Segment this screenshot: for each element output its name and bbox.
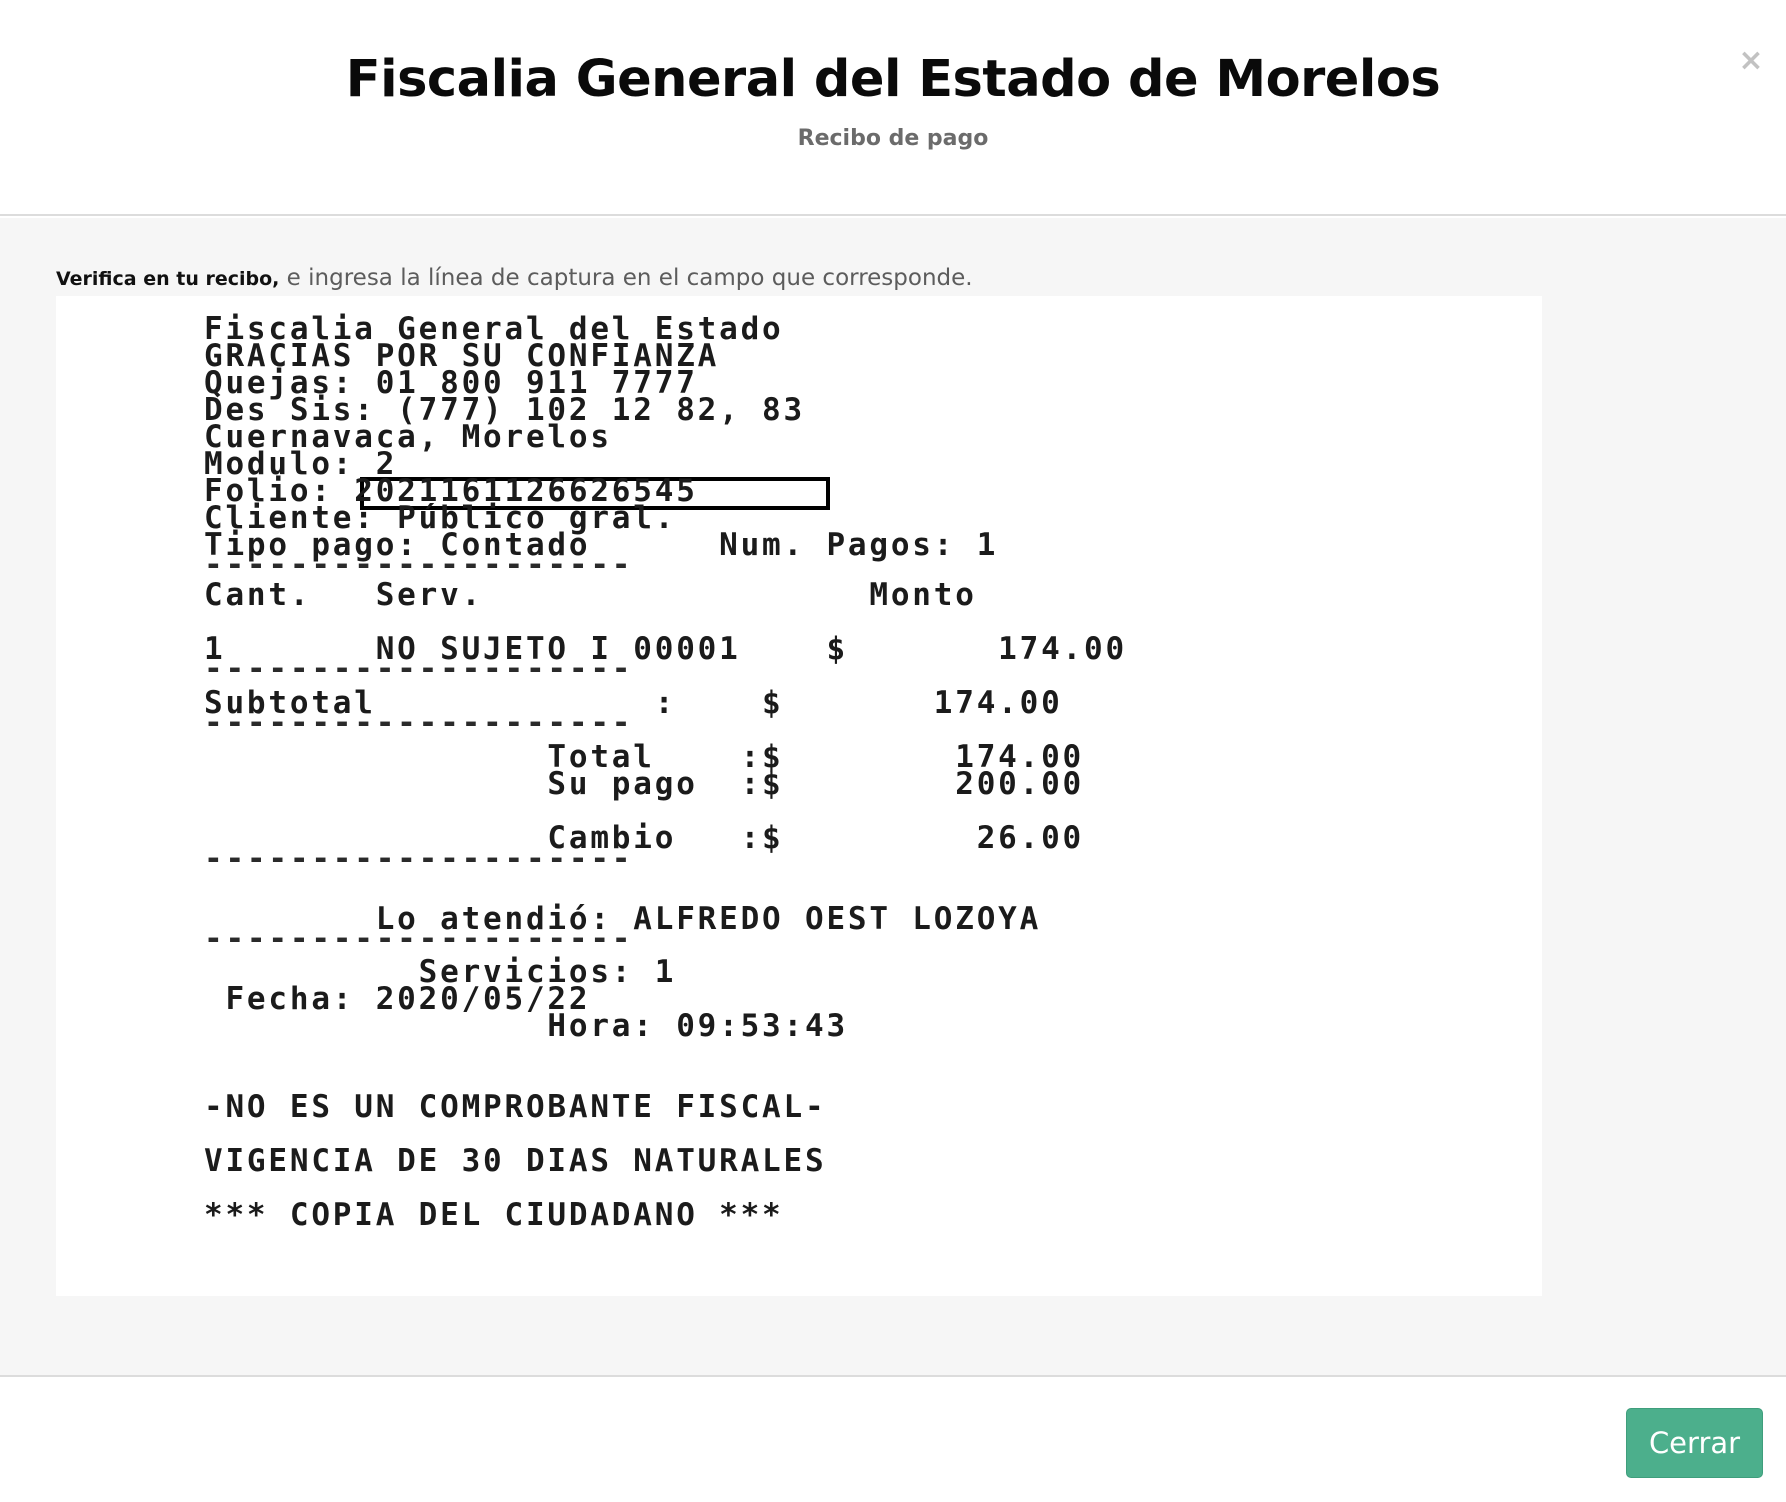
receipt-divider: -------------------- xyxy=(204,841,634,877)
close-icon[interactable]: × xyxy=(1736,44,1766,78)
instruction-bold: Verifica en tu recibo, xyxy=(56,268,280,290)
receipt-line: Hora: 09:53:43 xyxy=(204,1008,848,1044)
modal-footer: Cerrar xyxy=(0,1379,1786,1502)
receipt-divider: -------------------- xyxy=(204,547,634,583)
modal-body: Verifica en tu recibo, e ingresa la líne… xyxy=(0,218,1786,1377)
modal-title: Fiscalia General del Estado de Morelos xyxy=(345,50,1441,109)
receipt-divider: -------------------- xyxy=(204,651,634,687)
close-button[interactable]: Cerrar xyxy=(1626,1408,1763,1478)
receipt-line: *** COPIA DEL CIUDADANO *** xyxy=(204,1197,784,1233)
receipt-divider: -------------------- xyxy=(204,921,634,957)
receipt-divider: -------------------- xyxy=(204,705,634,741)
receipt-line: -NO ES UN COMPROBANTE FISCAL- xyxy=(204,1089,827,1125)
receipt-line: Su pago :$ 200.00 xyxy=(204,766,1085,802)
modal-subtitle: Recibo de pago xyxy=(797,126,989,151)
receipt-image: Fiscalia General del Estado GRACIAS POR … xyxy=(56,296,1542,1296)
receipt-line: Cant. Serv. Monto xyxy=(204,577,977,613)
instruction-text: Verifica en tu recibo, e ingresa la líne… xyxy=(56,262,973,294)
instruction-rest: e ingresa la línea de captura en el camp… xyxy=(279,265,973,291)
receipt-line: VIGENCIA DE 30 DIAS NATURALES xyxy=(204,1143,827,1179)
modal-header: Fiscalia General del Estado de Morelos R… xyxy=(0,0,1786,216)
